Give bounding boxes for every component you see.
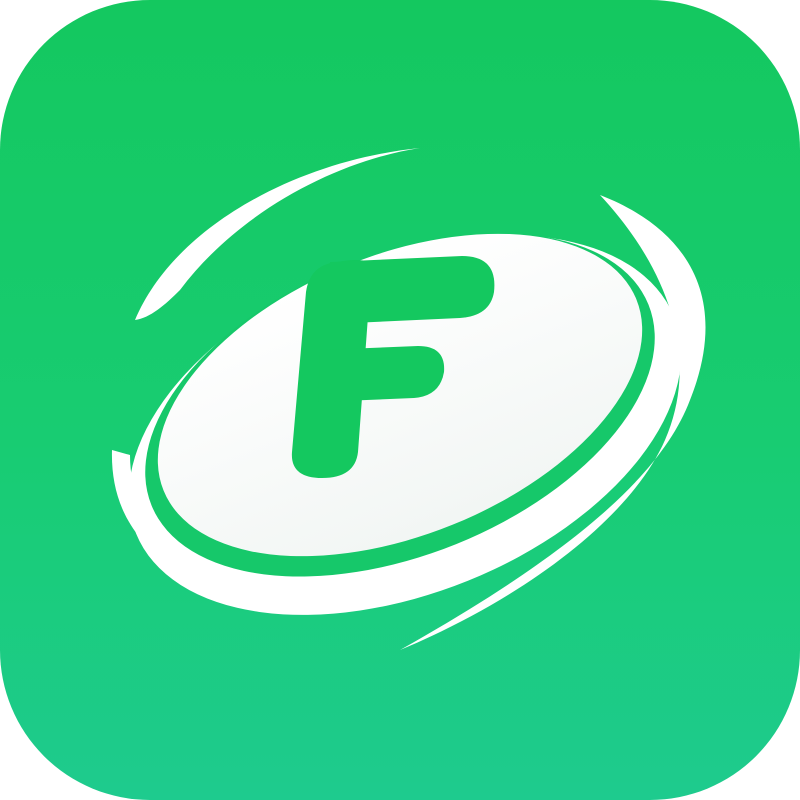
logo-svg <box>111 148 706 650</box>
app-icon[interactable] <box>0 0 800 800</box>
